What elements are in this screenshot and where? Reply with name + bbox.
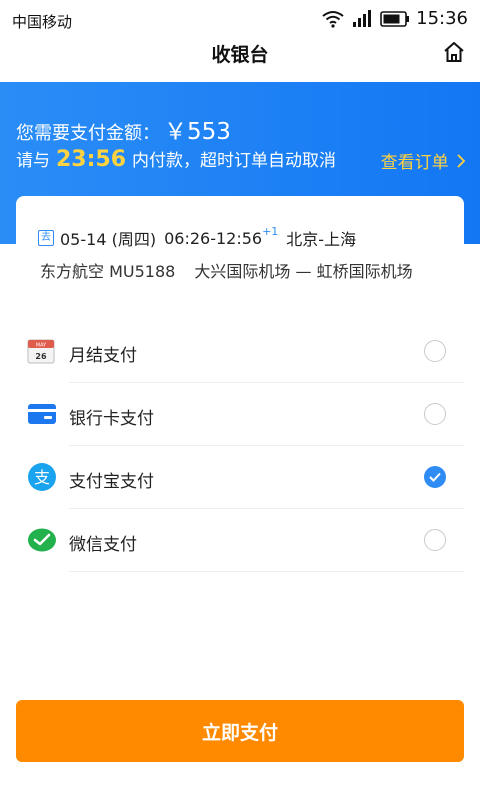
payment-option-label: 支付宝支付 bbox=[69, 472, 154, 492]
alipay-icon: 支 bbox=[27, 463, 57, 492]
outbound-tag: 去 bbox=[38, 230, 54, 246]
carrier-name: 中国移动 bbox=[12, 13, 73, 31]
calendar-icon: MAY 26 bbox=[27, 338, 57, 366]
header: 收银台 bbox=[0, 36, 480, 82]
view-order-link[interactable]: 查看订单 bbox=[381, 148, 466, 173]
signal-icon bbox=[352, 9, 372, 28]
clock: 15:36 bbox=[416, 8, 468, 29]
view-order-label: 查看订单 bbox=[380, 153, 449, 173]
page-title: 收银台 bbox=[211, 44, 269, 66]
flight-card: 去 05-14 (周四) 06:26-12:56 +1 北京-上海 东方航空 M… bbox=[16, 196, 464, 308]
amount-line: 您需要支付金额： ￥553 bbox=[16, 112, 231, 146]
radio-button[interactable] bbox=[424, 403, 446, 425]
airline-flight-number: 东方航空 MU5188 bbox=[40, 262, 176, 281]
radio-button-checked[interactable] bbox=[424, 466, 446, 488]
deadline-prefix: 请与 bbox=[16, 151, 50, 171]
bank-card-icon bbox=[27, 401, 57, 429]
payment-option-label: 微信支付 bbox=[69, 535, 137, 555]
flight-summary: 去 05-14 (周四) 06:26-12:56 +1 北京-上海 bbox=[38, 224, 357, 250]
radio-button[interactable] bbox=[424, 340, 446, 362]
wifi-icon bbox=[322, 10, 344, 28]
deadline-time: 23:56 bbox=[56, 147, 127, 172]
flight-date: 05-14 (周四) bbox=[60, 230, 157, 249]
payment-method-list: MAY 26 月结支付 银行卡支付 支 支付宝支付 微信支付 bbox=[16, 320, 464, 572]
checkmark-icon bbox=[429, 472, 441, 482]
airports: 大兴国际机场 — 虹桥国际机场 bbox=[194, 262, 413, 281]
wechat-pay-icon bbox=[27, 527, 57, 555]
payment-option-alipay[interactable]: 支 支付宝支付 bbox=[16, 446, 464, 509]
chevron-right-icon bbox=[454, 153, 466, 173]
flight-route: 北京-上海 bbox=[286, 230, 357, 249]
payment-option-wechat[interactable]: 微信支付 bbox=[16, 509, 464, 572]
status-indicators: 15:36 bbox=[322, 8, 468, 29]
deadline-line: 请与 23:56 内付款，超时订单自动取消 bbox=[16, 146, 336, 172]
amount-value: ￥553 bbox=[164, 119, 231, 145]
amount-label: 您需要支付金额： bbox=[16, 123, 160, 144]
pay-now-button[interactable]: 立即支付 bbox=[16, 700, 464, 762]
payment-option-bank-card[interactable]: 银行卡支付 bbox=[16, 383, 464, 446]
radio-button[interactable] bbox=[424, 529, 446, 551]
status-bar: 中国移动 15:36 bbox=[0, 0, 480, 40]
payment-option-monthly[interactable]: MAY 26 月结支付 bbox=[16, 320, 464, 383]
svg-text:支: 支 bbox=[34, 468, 50, 487]
calendar-month: MAY bbox=[36, 343, 47, 349]
flight-time-range: 06:26-12:56 bbox=[164, 228, 263, 248]
payment-option-label: 月结支付 bbox=[69, 346, 137, 366]
day-offset: +1 bbox=[262, 224, 279, 238]
battery-icon bbox=[380, 10, 410, 27]
calendar-day: 26 bbox=[35, 352, 47, 361]
payment-option-label: 银行卡支付 bbox=[69, 409, 154, 429]
flight-details: 东方航空 MU5188 大兴国际机场 — 虹桥国际机场 bbox=[40, 258, 413, 282]
deadline-suffix: 内付款，超时订单自动取消 bbox=[132, 151, 337, 171]
home-icon[interactable] bbox=[442, 40, 466, 68]
